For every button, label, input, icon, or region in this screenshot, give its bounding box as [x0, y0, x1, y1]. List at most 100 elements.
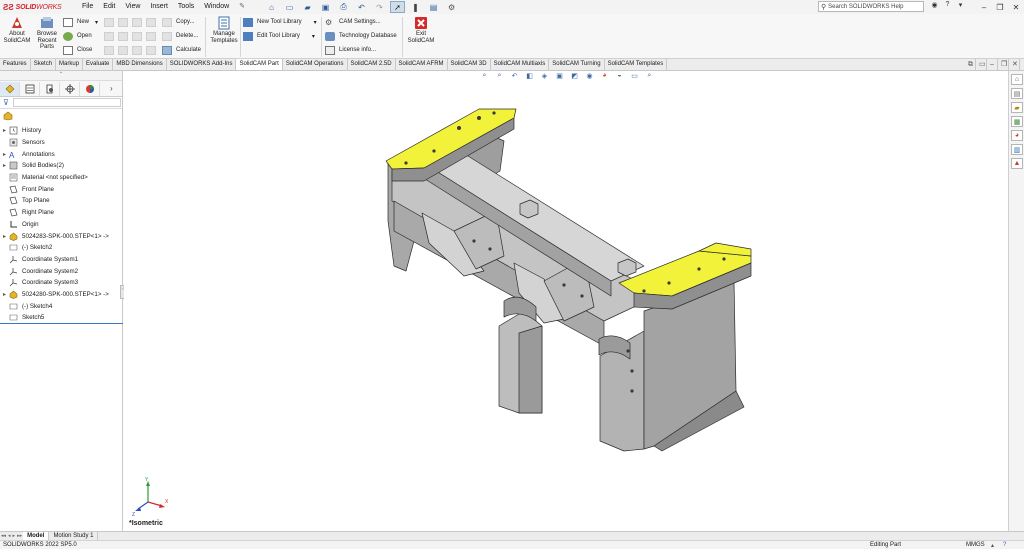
- tree-item[interactable]: Coordinate System1: [0, 254, 122, 266]
- tree-item[interactable]: Sketch5: [0, 312, 122, 324]
- tree-item[interactable]: Origin: [0, 219, 122, 231]
- solidworks-resources-icon[interactable]: ⌂: [1011, 74, 1023, 85]
- menu-edit[interactable]: Edit: [98, 0, 120, 14]
- tree-item[interactable]: Coordinate System3: [0, 277, 122, 289]
- save-icon[interactable]: ▣: [318, 1, 333, 13]
- open-folder-icon[interactable]: ▰: [300, 1, 315, 13]
- help-icon[interactable]: ?: [941, 1, 954, 12]
- calculate-button[interactable]: Calculate: [162, 45, 201, 55]
- viewport-restore-icon[interactable]: ❐: [998, 59, 1009, 70]
- view-palette-icon[interactable]: ▦: [1011, 116, 1023, 127]
- panel-tabs-more-icon[interactable]: ›: [110, 84, 113, 93]
- tree-item[interactable]: ▸ History: [0, 125, 122, 137]
- tree-item[interactable]: ▸ 5024280-SPK-000.STEP<1> ->: [0, 289, 122, 301]
- featuremanager-tab[interactable]: [0, 81, 20, 96]
- tab-solidcam-templates[interactable]: SolidCAM Templates: [605, 59, 668, 70]
- tab-solidcam-2-5d[interactable]: SolidCAM 2.5D: [348, 59, 396, 70]
- tree-root[interactable]: [0, 109, 122, 122]
- solidworks-logo[interactable]: ƧƧ SOLID WORKS: [3, 3, 69, 12]
- tab-evaluate[interactable]: Evaluate: [83, 59, 114, 70]
- first-tab-icon[interactable]: ◂◂: [0, 533, 7, 539]
- part-model-isometric[interactable]: [124, 71, 1008, 531]
- tree-item[interactable]: Front Plane: [0, 183, 122, 195]
- expand-arrow-icon[interactable]: ▸: [0, 291, 9, 298]
- tab-solidworks-add-ins[interactable]: SOLIDWORKS Add-Ins: [167, 59, 237, 70]
- menu-view[interactable]: View: [120, 0, 145, 14]
- units-dropdown-icon[interactable]: ▴: [991, 542, 994, 549]
- tree-item[interactable]: ▸ 5024283-SPK-000.STEP<1> ->: [0, 230, 122, 242]
- design-library-icon[interactable]: ▤: [1011, 88, 1023, 99]
- filter-icon[interactable]: ⊽: [3, 98, 9, 107]
- restore-icon[interactable]: ❐: [992, 3, 1008, 12]
- manage-templates-button[interactable]: Manage Templates: [209, 16, 239, 44]
- tree-item[interactable]: Material <not specified>: [0, 172, 122, 184]
- tree-item[interactable]: Right Plane: [0, 207, 122, 219]
- viewport-tile-icon[interactable]: ⧉: [965, 59, 976, 70]
- close-icon[interactable]: ✕: [1008, 3, 1024, 12]
- file-properties-icon[interactable]: ▤: [426, 1, 441, 13]
- print-icon[interactable]: ⎙: [336, 1, 351, 13]
- menu-window[interactable]: Window: [199, 0, 234, 14]
- tree-item[interactable]: (-) Sketch4: [0, 300, 122, 312]
- rollback-bar[interactable]: [0, 323, 123, 324]
- tab-motion-study-1[interactable]: Motion Study 1: [49, 532, 99, 540]
- tab-solidcam-operations[interactable]: SolidCAM Operations: [283, 59, 348, 70]
- exit-solidcam-button[interactable]: Exit SolidCAM: [405, 16, 437, 44]
- help-dropdown-icon[interactable]: ▾: [954, 1, 967, 12]
- tab-mbd-dimensions[interactable]: MBD Dimensions: [113, 59, 167, 70]
- tree-item[interactable]: Top Plane: [0, 195, 122, 207]
- redo-icon[interactable]: ↷: [372, 1, 387, 13]
- tab-markup[interactable]: Markup: [56, 59, 84, 70]
- undo-icon[interactable]: ↶: [354, 1, 369, 13]
- search-help-input[interactable]: ⚲ Search SOLIDWORKS Help: [818, 1, 924, 12]
- propertymanager-tab[interactable]: [20, 81, 40, 96]
- file-explorer-icon[interactable]: ▰: [1011, 102, 1023, 113]
- viewport-close-icon[interactable]: ✕: [1009, 59, 1020, 70]
- expand-arrow-icon[interactable]: ▸: [0, 127, 9, 134]
- appearances-icon[interactable]: ◕: [1011, 130, 1023, 141]
- select-pointer-icon[interactable]: ➚: [390, 1, 406, 13]
- technology-database-button[interactable]: Technology Database: [325, 31, 397, 41]
- home-icon[interactable]: ⌂: [264, 1, 279, 13]
- menu-file[interactable]: File: [77, 0, 98, 14]
- tree-item[interactable]: Sensors: [0, 137, 122, 149]
- custom-properties-icon[interactable]: ▥: [1011, 144, 1023, 155]
- about-solidcam-button[interactable]: About SolidCAM: [2, 16, 32, 44]
- expand-arrow-icon[interactable]: ▸: [0, 233, 9, 240]
- delete-button[interactable]: Delete...: [162, 31, 198, 41]
- tree-item[interactable]: Coordinate System2: [0, 265, 122, 277]
- tab-solidcam-multiaxis[interactable]: SolidCAM Multiaxis: [491, 59, 550, 70]
- configurationmanager-tab[interactable]: [40, 81, 60, 96]
- graphics-area[interactable]: ⌕ ⌕ ↶ ◧ ◈ ▣ ◩ ◉ ◕ ◒ ▭ ⌕ Y X Z *Isometric: [124, 71, 1008, 531]
- tab-sketch[interactable]: Sketch: [31, 59, 57, 70]
- menu-tools[interactable]: Tools: [173, 0, 199, 14]
- status-units[interactable]: MMGS: [966, 542, 985, 548]
- edit-tool-library-dropdown-icon[interactable]: ▾: [312, 33, 315, 40]
- new-dropdown-icon[interactable]: ▾: [95, 19, 98, 26]
- tab-solidcam-turning[interactable]: SolidCAM Turning: [549, 59, 605, 70]
- cam-settings-button[interactable]: ⚙ CAM Settings...: [325, 17, 381, 27]
- panel-collapse-handle[interactable]: ⌃: [0, 71, 122, 81]
- user-icon[interactable]: ◉: [928, 1, 941, 12]
- dimxpertmanager-tab[interactable]: [60, 81, 80, 96]
- tab-features[interactable]: Features: [0, 59, 31, 70]
- last-tab-icon[interactable]: ▸▸: [16, 533, 23, 539]
- viewport-split-icon[interactable]: ▭: [976, 59, 987, 70]
- open-button[interactable]: Open: [63, 31, 92, 41]
- traffic-light-icon[interactable]: ❚: [408, 1, 423, 13]
- displaymanager-tab[interactable]: [80, 81, 100, 96]
- minimize-icon[interactable]: –: [976, 3, 992, 12]
- expand-arrow-icon[interactable]: ▸: [0, 151, 9, 158]
- license-info-button[interactable]: License info...: [325, 45, 376, 55]
- expand-arrow-icon[interactable]: ▸: [0, 162, 9, 169]
- browse-recent-parts-button[interactable]: Browse Recent Parts: [35, 16, 59, 51]
- viewport-minimize-icon[interactable]: –: [987, 59, 998, 70]
- tab-solidcam-afrm[interactable]: SolidCAM AFRM: [396, 59, 448, 70]
- tree-item[interactable]: ▸ A Annotations: [0, 148, 122, 160]
- filter-input[interactable]: [12, 98, 121, 107]
- new-button[interactable]: New ▾: [63, 17, 98, 27]
- new-tool-library-button[interactable]: New Tool Library ▾: [243, 17, 317, 27]
- options-gear-icon[interactable]: ⚙: [444, 1, 459, 13]
- tab-solidcam-part[interactable]: SolidCAM Part: [236, 59, 283, 70]
- tab-model[interactable]: Model: [23, 532, 50, 540]
